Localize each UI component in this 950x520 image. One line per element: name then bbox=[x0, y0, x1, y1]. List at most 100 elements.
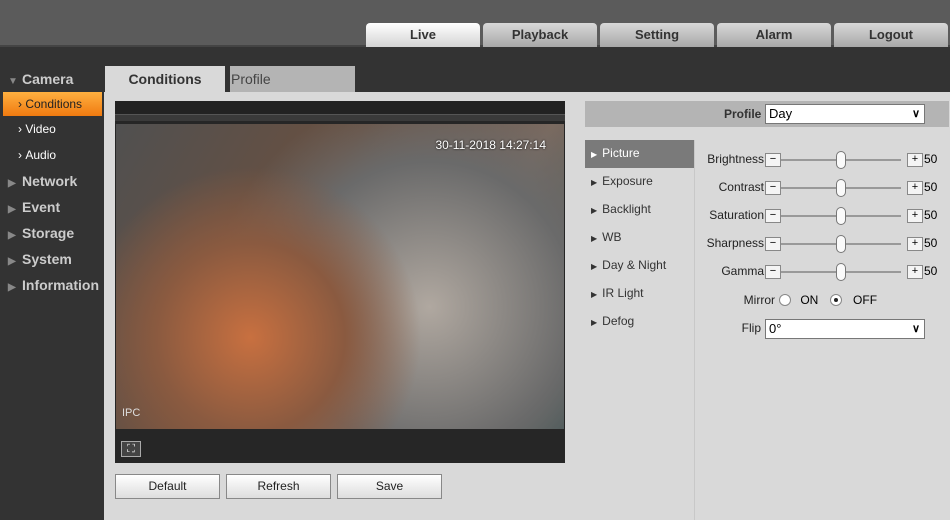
submenu-label: Exposure bbox=[602, 174, 653, 188]
sidebar-group-network[interactable]: ▶ Network bbox=[0, 168, 104, 194]
mirror-off-radio[interactable] bbox=[829, 294, 842, 306]
slider-row-saturation: Saturation − + 50 bbox=[695, 206, 945, 226]
slider-label: Gamma bbox=[721, 264, 764, 278]
mirror-row: Mirror ON OFF bbox=[695, 291, 945, 311]
slider-thumb[interactable] bbox=[836, 263, 846, 281]
sidebar-group-camera[interactable]: ▼ Camera bbox=[0, 66, 104, 92]
tab-playback[interactable]: Playback bbox=[483, 23, 597, 47]
flip-select[interactable]: 0° ∨ bbox=[765, 319, 925, 339]
minus-icon[interactable]: − bbox=[765, 153, 781, 167]
tab-live[interactable]: Live bbox=[366, 23, 480, 47]
tab-conditions[interactable]: Conditions bbox=[105, 66, 225, 92]
submenu-label: Backlight bbox=[602, 202, 651, 216]
sidebar-group-storage[interactable]: ▶ Storage bbox=[0, 220, 104, 246]
submenu-label: Day & Night bbox=[602, 258, 667, 272]
sidebar: ▼ Camera › Conditions › Video › Audio ▶ Ne… bbox=[0, 66, 104, 298]
content-panel: 30-11-2018 14:27:14 IPC ⛶ Default Refres… bbox=[104, 92, 950, 520]
tab-alarm[interactable]: Alarm bbox=[717, 23, 831, 47]
refresh-button[interactable]: Refresh bbox=[226, 474, 331, 499]
plus-icon[interactable]: + bbox=[907, 265, 923, 279]
tab-logout[interactable]: Logout bbox=[834, 23, 948, 47]
video-header bbox=[115, 101, 565, 115]
sidebar-item-video[interactable]: › Video bbox=[0, 116, 104, 142]
submenu-label: WB bbox=[602, 230, 622, 244]
sidebar-group-label: System bbox=[22, 251, 72, 267]
sidebar-group-label: Storage bbox=[22, 225, 75, 241]
slider-thumb[interactable] bbox=[836, 235, 846, 253]
slider-label: Brightness bbox=[707, 152, 764, 166]
slider-row-brightness: Brightness − + 50 bbox=[695, 150, 945, 170]
slider-label: Saturation bbox=[709, 208, 764, 222]
minus-icon[interactable]: − bbox=[765, 181, 781, 195]
flip-value: 0° bbox=[769, 321, 782, 336]
profile-select[interactable]: Day ∨ bbox=[765, 104, 925, 124]
slider-label: Contrast bbox=[718, 180, 764, 194]
submenu-exposure[interactable]: ▶ Exposure bbox=[585, 168, 694, 196]
submenu-wb[interactable]: ▶ WB bbox=[585, 224, 694, 252]
sidebar-group-label: Information bbox=[22, 277, 99, 293]
slider-value: 50 bbox=[924, 152, 938, 166]
timestamp-overlay: 30-11-2018 14:27:14 bbox=[435, 138, 546, 152]
ipc-watermark: IPC bbox=[122, 407, 141, 419]
triangle-right-icon: ▶ bbox=[591, 150, 598, 159]
submenu-day-night[interactable]: ▶ Day & Night bbox=[585, 252, 694, 280]
video-info-bar bbox=[115, 115, 565, 121]
plus-icon[interactable]: + bbox=[907, 209, 923, 223]
slider-thumb[interactable] bbox=[836, 151, 846, 169]
plus-icon[interactable]: + bbox=[907, 153, 923, 167]
slider-row-contrast: Contrast − + 50 bbox=[695, 178, 945, 198]
sidebar-item-audio[interactable]: › Audio bbox=[0, 142, 104, 168]
triangle-right-icon: ▶ bbox=[8, 282, 16, 293]
sidebar-group-label: Network bbox=[22, 173, 78, 189]
slider-row-gamma: Gamma − + 50 bbox=[695, 262, 945, 282]
camera-image: 30-11-2018 14:27:14 IPC bbox=[116, 124, 564, 429]
default-button[interactable]: Default bbox=[115, 474, 220, 499]
plus-icon[interactable]: + bbox=[907, 237, 923, 251]
triangle-right-icon: ▶ bbox=[591, 178, 598, 187]
triangle-right-icon: ▶ bbox=[591, 318, 598, 327]
minus-icon[interactable]: − bbox=[765, 265, 781, 279]
slider-value: 50 bbox=[924, 264, 938, 278]
sidebar-group-system[interactable]: ▶ System bbox=[0, 246, 104, 272]
flip-label: Flip bbox=[741, 321, 761, 335]
sidebar-item-label: Audio bbox=[25, 148, 57, 162]
minus-icon[interactable]: − bbox=[765, 237, 781, 251]
chevron-down-icon: ∨ bbox=[911, 323, 920, 335]
flip-row: Flip 0° ∨ bbox=[695, 319, 945, 339]
triangle-right-icon: ▶ bbox=[591, 290, 598, 299]
profile-value: Day bbox=[769, 106, 793, 121]
mirror-on-label: ON bbox=[800, 293, 819, 307]
mirror-off-label: OFF bbox=[853, 293, 878, 307]
slider-value: 50 bbox=[924, 236, 938, 250]
submenu-picture[interactable]: ▶ Picture bbox=[585, 140, 694, 168]
tab-profile-management[interactable]: Profile Management bbox=[230, 66, 355, 113]
slider-value: 50 bbox=[924, 208, 938, 222]
sidebar-group-event[interactable]: ▶ Event bbox=[0, 194, 104, 220]
plus-icon[interactable]: + bbox=[907, 181, 923, 195]
video-preview: 30-11-2018 14:27:14 IPC ⛶ bbox=[115, 101, 565, 463]
top-bar: Live Playback Setting Alarm Logout bbox=[0, 0, 950, 47]
slider-value: 50 bbox=[924, 180, 938, 194]
save-button[interactable]: Save bbox=[337, 474, 442, 499]
triangle-right-icon: ▶ bbox=[591, 234, 598, 243]
sidebar-group-label: Event bbox=[22, 199, 61, 215]
minus-icon[interactable]: − bbox=[765, 209, 781, 223]
sidebar-group-information[interactable]: ▶ Information bbox=[0, 272, 104, 298]
sidebar-item-label: Conditions bbox=[25, 97, 83, 111]
triangle-right-icon: ▶ bbox=[591, 262, 598, 271]
picture-submenu: ▶ Picture ▶ Exposure ▶ Backlight ▶ WB ▶ Day &… bbox=[585, 140, 695, 520]
fullscreen-icon[interactable]: ⛶ bbox=[121, 441, 141, 457]
submenu-defog[interactable]: ▶ Defog bbox=[585, 308, 694, 336]
slider-row-sharpness: Sharpness − + 50 bbox=[695, 234, 945, 254]
sidebar-item-conditions[interactable]: › Conditions bbox=[3, 92, 102, 116]
sidebar-item-label: Video bbox=[25, 122, 56, 136]
triangle-right-icon: ▶ bbox=[591, 206, 598, 215]
slider-thumb[interactable] bbox=[836, 207, 846, 225]
submenu-backlight[interactable]: ▶ Backlight bbox=[585, 196, 694, 224]
tab-setting[interactable]: Setting bbox=[600, 23, 714, 47]
submenu-label: Picture bbox=[602, 146, 640, 160]
mirror-on-radio[interactable] bbox=[779, 294, 791, 306]
slider-thumb[interactable] bbox=[836, 179, 846, 197]
submenu-ir-light[interactable]: ▶ IR Light bbox=[585, 280, 694, 308]
chevron-down-icon: ∨ bbox=[911, 108, 920, 120]
